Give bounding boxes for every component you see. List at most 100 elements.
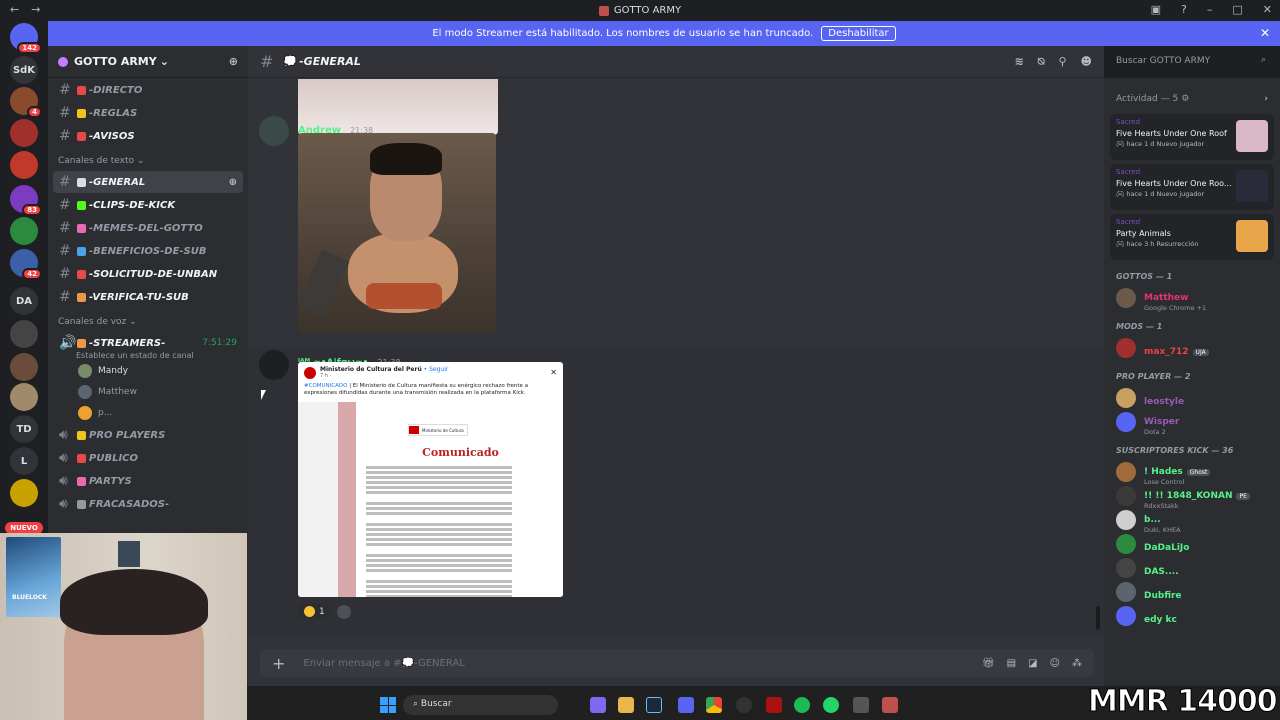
avatar[interactable] [259,116,289,146]
close-window-icon[interactable]: ✕ [1263,3,1272,16]
members-icon[interactable]: ☻ [1081,55,1092,69]
voice-channel[interactable]: 🔊︎ PARTYS [53,470,243,492]
channel-item[interactable]: # -CLIPS-DE-KICK [53,194,243,216]
voice-user[interactable]: Mandy [48,360,248,381]
server-icon[interactable] [10,320,38,348]
channel-item[interactable]: # -BENEFICIOS-DE-SUB [53,240,243,262]
server-icon[interactable]: L [10,447,38,475]
channel-item[interactable]: # -GENERAL ⊕ [53,171,243,193]
voice-channel[interactable]: 🔊︎ FRACASADOS- [53,493,243,515]
search-input[interactable]: Buscar GOTTO ARMY ⌕ [1110,52,1272,72]
gift-icon[interactable]: 🎁︎ [982,658,995,669]
add-member-icon[interactable]: ⊕ [229,55,238,68]
server-icon[interactable]: SdK [10,56,38,84]
member-item[interactable]: max_712 UJA [1104,336,1280,360]
chrome-icon[interactable] [706,697,722,713]
channel-item[interactable]: # -VERIFICA-TU-SUB [53,286,243,308]
server-icon[interactable] [10,119,38,147]
channel-item[interactable]: # -AVISOS [53,125,243,147]
member-item[interactable]: ! Hades Ghost Lose Control [1104,460,1280,486]
image-attachment[interactable] [296,133,496,333]
taskbar-search[interactable]: ⌕ Buscar [403,695,558,715]
category-voice-channels[interactable]: Canales de voz ⌄ [48,309,248,331]
obs-icon[interactable] [736,697,752,713]
calculator-icon[interactable] [853,697,869,713]
message-embed-post: ᴵᴬᴹ ≈•Δ|ƭαω≈• 21:38 Ministerio de Cultur… [248,348,1104,638]
hashtag: #COMUNICADO [304,383,348,389]
channel-item[interactable]: # -DIRECTO [53,79,243,101]
server-icon[interactable]: 4 [10,87,42,118]
member-item[interactable]: DAS.... [1104,556,1280,580]
member-item[interactable]: Matthew Google Chrome +1 [1104,286,1280,312]
hash-icon: # [59,197,71,213]
voice-user[interactable]: p... [48,402,248,423]
copilot-icon[interactable] [590,697,606,713]
close-icon[interactable]: ✕ [1260,26,1270,40]
back-arrow-icon[interactable]: ← [10,3,19,16]
category-text-channels[interactable]: Canales de texto ⌄ [48,148,248,170]
reaction-laugh[interactable]: 1 [298,604,331,619]
server-icon[interactable] [10,383,38,411]
emoji-icon[interactable]: ☺ [1050,658,1060,669]
activity-card[interactable]: Sacred Five Hearts Under One Roof 🎮︎ hace … [1110,114,1274,160]
member-item[interactable]: b... Duki, KHEA [1104,508,1280,534]
server-icon[interactable]: TD [10,415,38,443]
mute-bell-icon[interactable]: ⍉ [1038,55,1045,69]
chat-scrollbar[interactable] [1096,606,1100,630]
member-item[interactable]: !! !! 1848_KONAN PE RdxxStakk [1104,484,1280,510]
threads-icon[interactable]: ≋ [1015,55,1024,69]
game-icon[interactable] [882,697,898,713]
server-icon[interactable]: 42 [10,249,42,280]
member-item[interactable]: edy kc [1104,604,1280,628]
composer-placeholder[interactable]: Enviar mensaje a #💭-GENERAL [303,658,464,669]
app-icon[interactable] [766,697,782,713]
add-member-icon[interactable]: ⊕ [229,177,237,188]
discord-icon[interactable] [678,697,694,713]
server-icon[interactable] [10,217,38,245]
explorer-icon[interactable] [618,697,634,713]
member-item[interactable]: DaDaLiJo [1104,532,1280,556]
activity-card[interactable]: Sacred Party Animals 🎮︎ hace 3 h Resurrecc… [1110,214,1274,260]
forward-arrow-icon[interactable]: → [31,3,40,16]
spotify-icon[interactable] [794,697,810,713]
channel-status-hint[interactable]: Establece un estado de canal [48,351,248,360]
activity-card[interactable]: Sacred Five Hearts Under One Roo... 🎮︎ hac… [1110,164,1274,210]
member-item[interactable]: Wisper Dota 2 [1104,410,1280,436]
inbox-icon[interactable]: ▣ [1151,3,1161,16]
channel-item[interactable]: # -SOLICITUD-DE-UNBAN [53,263,243,285]
windows-start-icon[interactable] [380,697,396,713]
add-reaction-icon[interactable] [336,604,351,619]
pin-icon[interactable]: ⚲ [1058,55,1066,69]
apps-icon[interactable]: ⁂ [1072,658,1082,669]
category-label: Canales de texto [58,156,134,166]
server-icon[interactable] [10,479,38,507]
member-item[interactable]: leostyle [1104,386,1280,410]
activity-header[interactable]: Actividad — 5 ⚙ › [1104,78,1280,110]
voice-channel[interactable]: 🔊︎ PUBLICO [53,447,243,469]
member-item[interactable]: Dubfire [1104,580,1280,604]
channel-item[interactable]: # -REGLAS [53,102,243,124]
speaker-icon: 🔊︎ [59,496,68,512]
server-icon[interactable]: DA [10,287,38,315]
message-composer[interactable]: + Enviar mensaje a #💭-GENERAL 🎁︎ ▤ ◪ ☺ ⁂ [260,649,1094,677]
facebook-post-screenshot[interactable]: Ministerio de Cultura del Perú • Seguir … [298,362,563,597]
maximize-icon[interactable]: □ [1232,3,1242,16]
avatar[interactable] [259,350,289,380]
minimize-icon[interactable]: – [1207,3,1213,16]
member-name: DAS.... [1144,566,1179,577]
server-icon[interactable]: 83 [10,185,42,216]
whatsapp-icon[interactable] [823,697,839,713]
help-icon[interactable]: ? [1181,3,1187,16]
server-icon[interactable] [10,353,38,381]
steam-icon[interactable] [646,697,662,713]
voice-channel[interactable]: 🔊︎ PRO PLAYERS [53,424,243,446]
server-icon[interactable] [10,151,38,179]
plus-icon[interactable]: + [272,654,285,673]
sticker-icon[interactable]: ◪ [1028,658,1037,669]
server-icon[interactable]: 142 [10,23,42,54]
disable-button[interactable]: Deshabilitar [821,26,896,41]
channel-item[interactable]: # -MEMES-DEL-GOTTO [53,217,243,239]
guild-header[interactable]: GOTTO ARMY ⌄ ⊕ [48,46,248,78]
voice-user[interactable]: Matthew [48,381,248,402]
gif-icon[interactable]: ▤ [1007,658,1016,669]
